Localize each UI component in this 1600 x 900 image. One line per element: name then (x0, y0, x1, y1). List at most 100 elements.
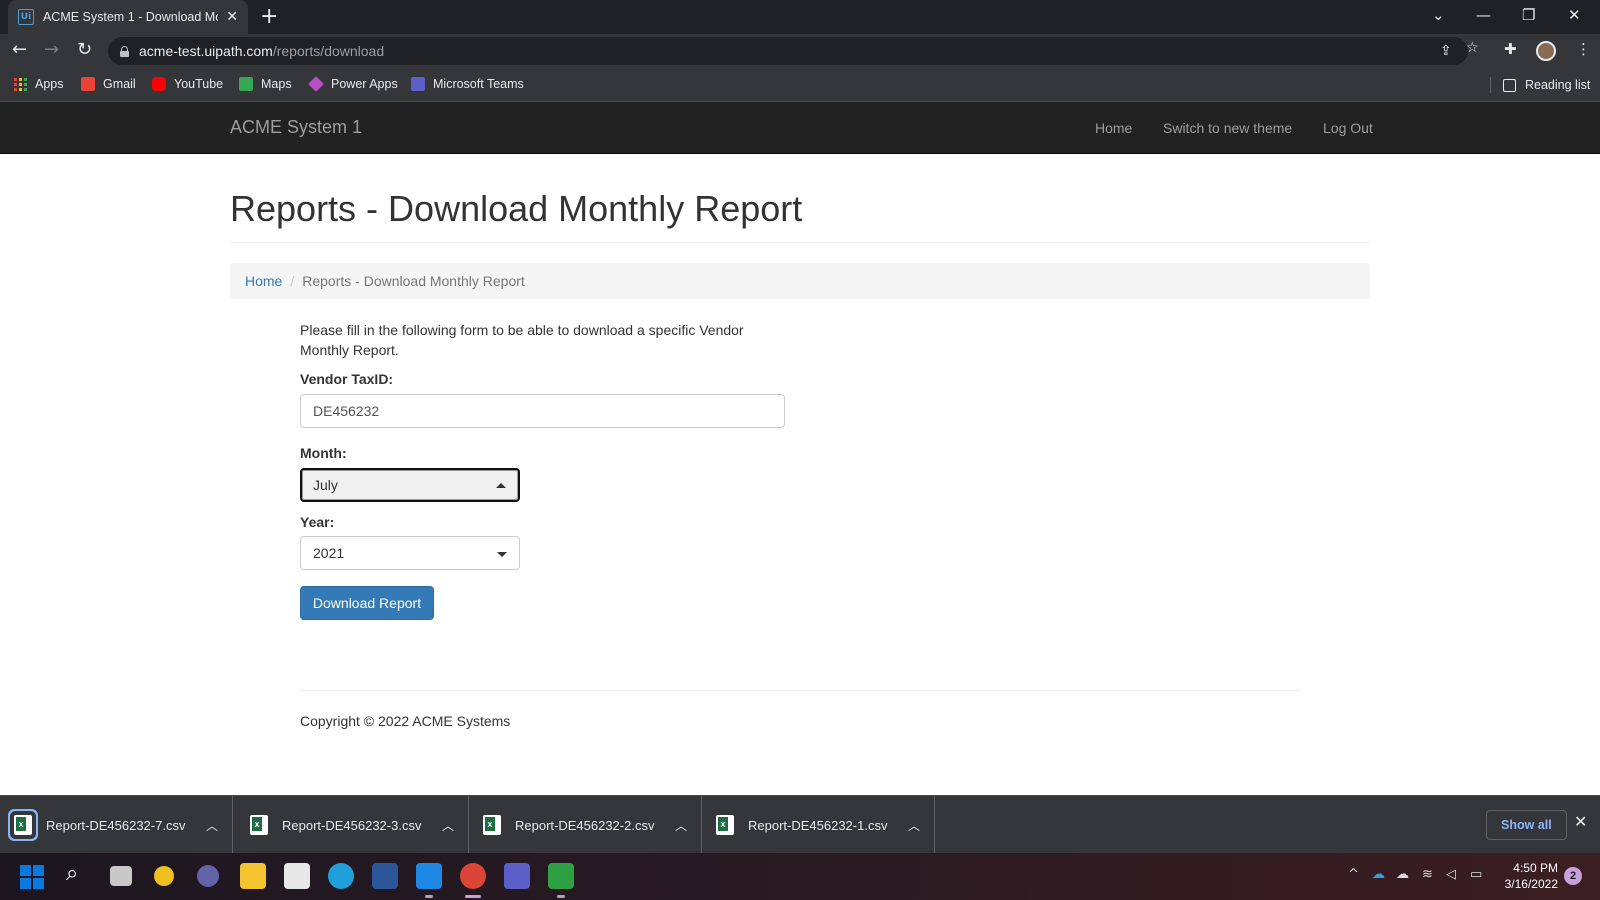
bookmark-label: Power Apps (331, 77, 398, 91)
tab-close-icon[interactable]: ✕ (226, 9, 238, 25)
close-shelf-icon[interactable]: ✕ (1574, 812, 1587, 831)
download-report-button[interactable]: Download Report (300, 586, 434, 620)
wifi-icon[interactable]: ≋ (1422, 867, 1433, 882)
power-apps-icon (308, 76, 324, 92)
year-label: Year: (300, 514, 335, 530)
share-icon[interactable]: ⇪ (1440, 43, 1452, 59)
breadcrumb-separator: / (290, 273, 295, 289)
new-tab-icon[interactable]: + (260, 4, 278, 29)
site-brand[interactable]: ACME System 1 (230, 117, 362, 138)
windows-start-icon[interactable] (20, 865, 44, 889)
battery-icon[interactable]: ▭ (1470, 867, 1482, 882)
tray-chevron-icon[interactable]: ^ (1348, 867, 1359, 882)
download-filename: Report-DE456232-2.csv (515, 817, 655, 833)
chrome-icon[interactable] (460, 863, 486, 889)
profile-avatar[interactable] (1536, 41, 1556, 61)
uipath-studio-icon[interactable] (416, 863, 442, 889)
excel-file-icon (250, 815, 268, 835)
download-shelf: Report-DE456232-7.csv ︿ Report-DE456232-… (0, 795, 1600, 854)
download-filename: Report-DE456232-3.csv (282, 817, 422, 833)
windows-taskbar: ⌕ ^ ☁ ☁ ≋ ◁ ▭ 4:50 PM 3/16/2022 2 (0, 853, 1600, 900)
download-item[interactable]: Report-DE456232-2.csv ︿ (469, 796, 702, 854)
apps-grid-icon (14, 77, 27, 91)
bookmark-gmail[interactable]: Gmail (81, 77, 136, 91)
nav-switch-theme[interactable]: Switch to new theme (1163, 120, 1292, 136)
url-host: acme-test.uipath.com (139, 43, 273, 59)
show-all-downloads-button[interactable]: Show all (1486, 810, 1567, 840)
breadcrumb: Home / Reports - Download Monthly Report (230, 263, 1370, 299)
bookmark-apps[interactable]: Apps (14, 77, 64, 91)
breadcrumb-current: Reports - Download Monthly Report (302, 273, 525, 289)
excel-file-icon (716, 815, 734, 835)
caret-down-icon (497, 552, 507, 557)
bookmark-teams[interactable]: Microsoft Teams (411, 77, 524, 91)
notification-badge[interactable]: 2 (1564, 867, 1582, 885)
copyright-text: Copyright © 2022 ACME Systems (300, 713, 511, 729)
chevron-up-icon[interactable]: ︿ (675, 817, 687, 834)
onedrive-personal-icon[interactable]: ☁ (1396, 867, 1409, 882)
edge-icon[interactable] (328, 863, 354, 889)
microsoft-store-icon[interactable] (284, 863, 310, 889)
task-view-icon[interactable] (110, 866, 132, 886)
uipath-favicon-icon: Ui (18, 9, 34, 25)
tab-title: ACME System 1 - Download Mon (42, 10, 219, 24)
extensions-puzzle-icon[interactable]: ✚ (1504, 40, 1517, 58)
chrome-menu-icon[interactable]: ⋮ (1576, 40, 1591, 58)
chevron-up-icon[interactable]: ︿ (908, 817, 920, 834)
browser-tab-active[interactable]: Ui ACME System 1 - Download Mon ✕ (8, 0, 248, 34)
clock-time: 4:50 PM (1513, 861, 1558, 875)
chat-icon[interactable] (197, 865, 219, 887)
onedrive-icon[interactable]: ☁ (1372, 867, 1385, 882)
file-explorer-icon[interactable] (240, 863, 266, 889)
uipath-assistant-icon[interactable] (548, 863, 574, 889)
year-selected-value: 2021 (313, 545, 345, 561)
forward-arrow-icon[interactable]: → (44, 39, 59, 60)
bookmark-label: YouTube (174, 77, 224, 91)
reload-icon[interactable]: ↻ (77, 39, 92, 60)
caret-up-icon (496, 483, 506, 488)
bookmarks-bar: Apps Gmail YouTube Maps Power Apps Micro… (0, 68, 1600, 102)
window-close-icon[interactable]: ✕ (1568, 6, 1581, 24)
gmail-icon (81, 77, 95, 91)
volume-icon[interactable]: ◁ (1446, 867, 1456, 882)
back-arrow-icon[interactable]: ← (12, 39, 27, 60)
download-filename: Report-DE456232-1.csv (748, 817, 888, 833)
bookmark-star-icon[interactable]: ☆ (1466, 40, 1479, 56)
widgets-icon[interactable] (154, 866, 174, 886)
address-bar-row: ← → ↻ acme-test.uipath.com/reports/downl… (0, 34, 1600, 68)
tax-id-input[interactable] (300, 394, 785, 428)
download-item[interactable]: Report-DE456232-1.csv ︿ (702, 796, 935, 854)
download-filename: Report-DE456232-7.csv (46, 817, 186, 833)
bookmark-youtube[interactable]: YouTube (152, 77, 223, 91)
month-label: Month: (300, 445, 347, 461)
chevron-up-icon[interactable]: ︿ (206, 817, 218, 834)
breadcrumb-home[interactable]: Home (245, 273, 282, 289)
browser-tab-strip: Ui ACME System 1 - Download Mon ✕ + ⌄ — … (0, 0, 1600, 34)
active-indicator (465, 895, 481, 898)
teams-taskbar-icon[interactable] (504, 863, 530, 889)
minimize-icon[interactable]: — (1476, 6, 1491, 24)
restore-icon[interactable]: ❐ (1522, 6, 1535, 24)
month-selected-value: July (313, 477, 338, 493)
year-select[interactable]: 2021 (300, 536, 520, 570)
tab-search-chevron-icon[interactable]: ⌄ (1432, 6, 1445, 24)
download-item[interactable]: Report-DE456232-7.csv ︿ (0, 796, 233, 854)
word-icon[interactable] (372, 863, 398, 889)
url-path: /reports/download (272, 43, 385, 59)
bookmark-power-apps[interactable]: Power Apps (308, 76, 398, 92)
lock-icon[interactable] (120, 45, 129, 57)
tax-id-label: Vendor TaxID: (300, 371, 394, 387)
bookmark-label: Microsoft Teams (433, 77, 524, 91)
nav-log-out[interactable]: Log Out (1323, 120, 1373, 136)
taskbar-clock[interactable]: 4:50 PM 3/16/2022 (1498, 860, 1558, 892)
download-item[interactable]: Report-DE456232-3.csv ︿ (236, 796, 469, 854)
month-select[interactable]: July (300, 468, 520, 502)
form-intro-text: Please fill in the following form to be … (300, 322, 744, 358)
reading-list-button[interactable]: Reading list (1490, 77, 1590, 93)
search-icon[interactable]: ⌕ (66, 861, 78, 886)
bookmark-maps[interactable]: Maps (239, 77, 292, 91)
nav-home[interactable]: Home (1095, 120, 1132, 136)
url-bar[interactable]: acme-test.uipath.com/reports/download ⇪ (108, 37, 1468, 65)
bookmark-label: Gmail (103, 77, 136, 91)
chevron-up-icon[interactable]: ︿ (442, 817, 454, 834)
